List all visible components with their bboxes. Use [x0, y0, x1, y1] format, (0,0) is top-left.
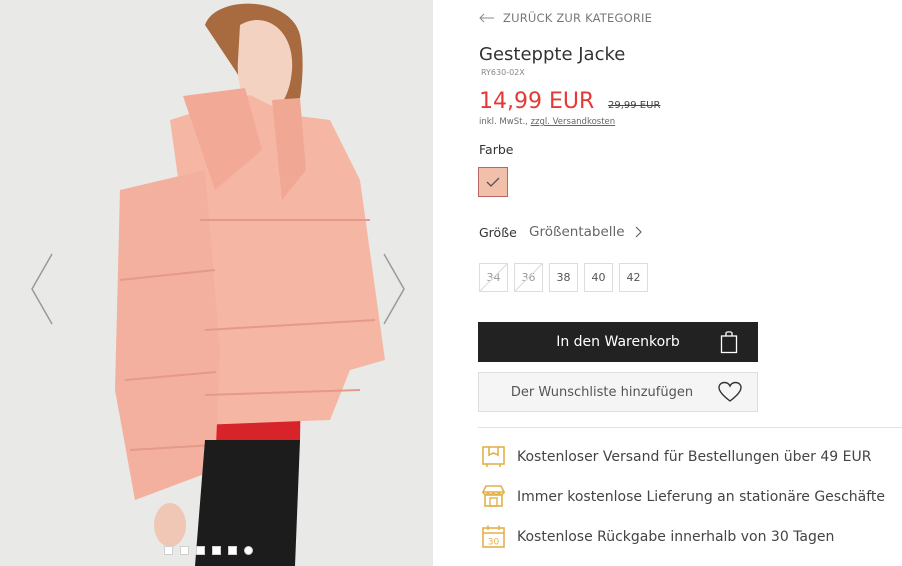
back-link-label: ZURÜCK ZUR KATEGORIE [503, 11, 653, 25]
shipping-costs-link[interactable]: zzgl. Versandkosten [531, 117, 616, 127]
store-icon [481, 485, 506, 507]
shopping-bag-icon [720, 331, 738, 354]
benefit-store-delivery: Immer kostenlose Lieferung an stationäre… [481, 484, 885, 509]
benefit-text: Kostenloser Versand für Bestellungen übe… [517, 448, 872, 465]
color-swatch-selected[interactable] [478, 167, 508, 197]
gallery-dot[interactable] [228, 546, 237, 555]
add-to-wishlist-button[interactable]: Der Wunschliste hinzufügen [478, 372, 758, 412]
product-image-gallery [0, 0, 433, 566]
tax-note-text: inkl. MwSt., [479, 117, 528, 127]
size-option-42[interactable]: 42 [619, 263, 648, 292]
size-chart-label: Größentabelle [529, 224, 625, 240]
gallery-dot[interactable] [180, 546, 189, 555]
chevron-right-icon [383, 253, 405, 325]
product-sku: RY630-02X [481, 68, 525, 77]
gallery-dot-active[interactable] [244, 546, 253, 555]
size-option-34[interactable]: 34 [479, 263, 508, 292]
back-to-category-link[interactable]: ZURÜCK ZUR KATEGORIE [479, 11, 652, 25]
gallery-dot[interactable] [196, 546, 205, 555]
product-old-price: 29,99 EUR [608, 100, 661, 111]
benefit-free-shipping: Kostenloser Versand für Bestellungen übe… [481, 444, 871, 469]
size-options: 34 36 38 40 42 [479, 263, 648, 292]
color-label: Farbe [479, 142, 514, 157]
benefit-text: Immer kostenlose Lieferung an stationäre… [517, 488, 886, 505]
tax-note: inkl. MwSt., zzgl. Versandkosten [479, 117, 615, 127]
arrow-left-icon [479, 13, 494, 23]
svg-text:30: 30 [488, 538, 500, 548]
gallery-dot[interactable] [164, 546, 173, 555]
size-label: Größe [479, 225, 517, 240]
gallery-prev-button[interactable] [28, 252, 58, 326]
benefit-free-returns: 30 Kostenlose Rückgabe innerhalb von 30 … [481, 524, 834, 549]
size-option-38[interactable]: 38 [549, 263, 578, 292]
add-to-wishlist-label: Der Wunschliste hinzufügen [510, 384, 694, 400]
size-chart-link[interactable]: Größentabelle [529, 224, 643, 240]
chevron-right-icon [635, 226, 642, 238]
checkmark-icon [486, 177, 500, 187]
product-photo [115, 3, 385, 566]
add-to-cart-button[interactable]: In den Warenkorb [478, 322, 758, 362]
calendar-30-icon: 30 [482, 525, 505, 548]
gallery-pagination [164, 546, 253, 555]
size-option-40[interactable]: 40 [584, 263, 613, 292]
gallery-dot[interactable] [212, 546, 221, 555]
delivery-box-icon [482, 446, 505, 467]
benefit-text: Kostenlose Rückgabe innerhalb von 30 Tag… [517, 528, 835, 545]
chevron-left-icon [31, 253, 53, 325]
size-option-36[interactable]: 36 [514, 263, 543, 292]
heart-icon [718, 381, 742, 402]
product-price: 14,99 EUR [479, 89, 595, 114]
gallery-next-button[interactable] [378, 252, 408, 326]
divider [478, 427, 902, 428]
add-to-cart-label: In den Warenkorb [556, 334, 680, 350]
product-title: Gesteppte Jacke [479, 44, 626, 65]
